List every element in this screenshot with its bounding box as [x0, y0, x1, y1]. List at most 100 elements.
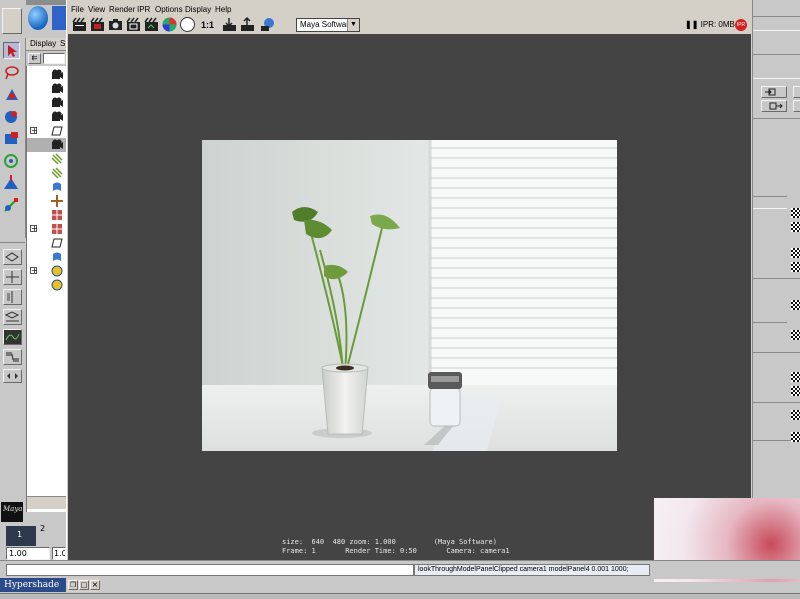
expand-icon[interactable]: +: [30, 127, 38, 135]
texture-map-icon[interactable]: [791, 410, 800, 420]
playback-end-field[interactable]: 1.0: [52, 547, 66, 560]
layer-tab-2[interactable]: 2: [40, 524, 45, 533]
panel-side-button-b[interactable]: [793, 100, 800, 112]
graph-editor-layout-icon[interactable]: [3, 329, 22, 345]
outliner-row[interactable]: [27, 82, 67, 96]
outliner-scrollbar[interactable]: [27, 496, 67, 509]
expand-icon[interactable]: +: [30, 267, 38, 275]
four-pane-layout-icon[interactable]: [3, 269, 22, 285]
renderer-dropdown[interactable]: Maya Software ▼: [296, 18, 360, 32]
outliner-display-menu[interactable]: Display: [30, 38, 56, 50]
two-pane-side-layout-icon[interactable]: [3, 289, 22, 305]
light-icon: [51, 153, 63, 165]
select-tool-icon[interactable]: [3, 42, 20, 59]
single-pane-layout-icon[interactable]: [3, 249, 22, 265]
alpha-channel-icon[interactable]: [179, 16, 196, 33]
mel-command-input[interactable]: [6, 564, 414, 576]
nurbs-surface-icon: [51, 181, 63, 193]
texture-map-icon[interactable]: [791, 386, 800, 396]
panel-side-button-a[interactable]: [793, 86, 800, 98]
outliner-filter-field[interactable]: [43, 53, 65, 64]
panel-in-button[interactable]: [761, 86, 787, 98]
outliner-row[interactable]: +: [27, 124, 67, 138]
light-icon: [51, 167, 63, 179]
ipr-badge-icon[interactable]: IPR: [735, 19, 747, 31]
hypershade-taskbar[interactable]: Hypershade ❐ □ ×: [0, 578, 100, 592]
menu-ipr[interactable]: IPR: [137, 4, 150, 16]
texture-map-icon[interactable]: [791, 372, 800, 382]
outliner-row[interactable]: [27, 152, 67, 166]
outliner-row[interactable]: [27, 194, 67, 208]
layer-tab-1[interactable]: 1: [6, 526, 36, 546]
texture-map-icon[interactable]: [791, 432, 800, 442]
move-tool-icon[interactable]: [3, 86, 20, 103]
cube-icon[interactable]: [52, 6, 66, 30]
texture-map-icon[interactable]: [791, 300, 800, 310]
perspective-outliner-layout-icon[interactable]: [3, 309, 22, 325]
outliner-show-menu[interactable]: S: [60, 38, 65, 50]
menu-help[interactable]: Help: [215, 4, 231, 16]
texture-map-icon[interactable]: [791, 222, 800, 232]
remove-image-icon[interactable]: [239, 16, 256, 33]
shelf-tab[interactable]: [2, 8, 22, 34]
outliner-row[interactable]: [27, 166, 67, 180]
camera-icon: [51, 139, 63, 151]
outliner-row[interactable]: [27, 236, 67, 250]
rgb-channel-icon[interactable]: [161, 16, 178, 33]
outliner-row[interactable]: [27, 208, 67, 222]
ipr-status: ❚❚ IPR: 0MB IPR: [685, 18, 747, 32]
sphere-icon[interactable]: [28, 6, 48, 30]
texture-map-icon[interactable]: [791, 208, 800, 218]
hypershade-layout-icon[interactable]: [3, 349, 22, 365]
panel-out-button[interactable]: [761, 100, 787, 112]
outliner-row[interactable]: [27, 68, 67, 82]
outliner-row[interactable]: [27, 250, 67, 264]
outliner-row[interactable]: +: [27, 264, 67, 278]
maximize-window-icon[interactable]: □: [79, 580, 89, 590]
outliner-row[interactable]: [27, 180, 67, 194]
refresh-ipr-icon[interactable]: [143, 16, 160, 33]
scale-tool-icon[interactable]: [3, 130, 20, 147]
camera-icon: [51, 111, 63, 123]
render-region-icon[interactable]: [125, 16, 142, 33]
set-icon: [51, 265, 63, 277]
outliner-row[interactable]: [27, 110, 67, 124]
menu-options[interactable]: Options: [155, 4, 183, 16]
layout-arrows-icon[interactable]: [3, 369, 22, 383]
outliner-arrows-button[interactable]: ⇇: [28, 53, 41, 64]
display-render-globals-icon[interactable]: [259, 16, 276, 33]
outliner-row[interactable]: +: [27, 222, 67, 236]
outliner-row[interactable]: [27, 96, 67, 110]
pause-icon[interactable]: ❚❚: [685, 20, 701, 29]
left-shell: Display S ⇇ + + + Maya 1 2 1.00 1.0: [0, 0, 67, 560]
locator-icon: [51, 195, 63, 207]
texture-map-icon[interactable]: [791, 262, 800, 272]
snapshot-camera-icon[interactable]: [107, 16, 124, 33]
restore-window-icon[interactable]: ❐: [68, 580, 78, 590]
outliner-row-selected[interactable]: [27, 138, 67, 152]
menu-display[interactable]: Display: [185, 4, 211, 16]
expand-icon[interactable]: +: [30, 225, 38, 233]
lasso-tool-icon[interactable]: [3, 64, 20, 81]
mesh-icon: [51, 209, 63, 221]
close-icon[interactable]: ×: [90, 580, 100, 590]
soft-modify-tool-icon[interactable]: [3, 174, 20, 191]
playback-start-field[interactable]: 1.00: [6, 547, 50, 560]
menu-file[interactable]: File: [71, 4, 84, 16]
renderer-value: Maya Software: [300, 20, 354, 29]
show-manipulator-icon[interactable]: [3, 196, 20, 213]
menu-view[interactable]: View: [88, 4, 105, 16]
ipr-render-icon[interactable]: [89, 16, 106, 33]
texture-map-icon[interactable]: [791, 248, 800, 258]
texture-map-icon[interactable]: [791, 330, 800, 340]
plane-icon: [51, 237, 63, 249]
rotate-tool-icon[interactable]: [3, 108, 20, 125]
real-size-button[interactable]: 1:1: [201, 18, 214, 32]
redo-render-icon[interactable]: [71, 16, 88, 33]
render-viewport[interactable]: size: 640 480 zoom: 1.000 (Maya Software…: [68, 34, 751, 560]
outliner-row[interactable]: [27, 278, 67, 292]
menu-render[interactable]: Render: [109, 4, 135, 16]
keep-image-icon[interactable]: [221, 16, 238, 33]
manipulator-tool-icon[interactable]: [3, 152, 20, 169]
layout-presets: [0, 242, 25, 403]
